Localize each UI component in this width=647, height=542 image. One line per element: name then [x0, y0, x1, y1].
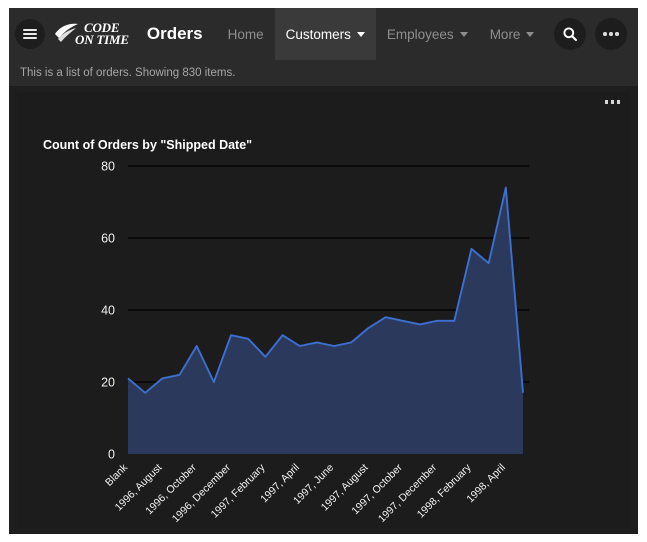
x-axis-tick-label: 1996, December	[170, 461, 234, 525]
chart-x-axis-labels: Blank1996, August1996, October1996, Dece…	[103, 461, 508, 525]
top-navigation-bar: CODE ON TIME Orders Home Customers Emplo…	[9, 8, 638, 60]
search-button[interactable]	[554, 18, 586, 50]
menu-item-more-label: More	[489, 26, 521, 42]
hamburger-icon	[23, 29, 37, 39]
logo-line-2: ON TIME	[75, 32, 129, 47]
y-axis-tick-label: 20	[101, 376, 115, 390]
menu-item-employees[interactable]: Employees	[376, 8, 479, 60]
topbar-overflow-button[interactable]	[595, 18, 627, 50]
chevron-down-icon	[356, 31, 365, 37]
browser-page-frame: CODE ON TIME Orders Home Customers Emplo…	[0, 0, 647, 542]
status-bar: This is a list of orders. Showing 830 it…	[9, 60, 638, 86]
search-icon	[563, 27, 578, 42]
menu-item-home[interactable]: Home	[217, 8, 275, 60]
topbar-actions	[554, 18, 638, 50]
chart-y-axis-labels: 0 20 40 60 80	[101, 160, 115, 462]
menu-item-customers-label: Customers	[285, 26, 351, 42]
main-menu: Home Customers Employees More	[217, 8, 554, 60]
hamburger-menu-button[interactable]	[15, 19, 45, 49]
menu-item-more[interactable]: More	[479, 8, 546, 60]
y-axis-tick-label: 80	[101, 160, 115, 174]
area-chart: 0 20 40 60 80 Blank1996, August1996, October…	[101, 160, 529, 525]
chart-panel: Count of Orders by "Shipped Date" 0 20 40 6…	[17, 92, 630, 528]
y-axis-tick-label: 60	[101, 232, 115, 246]
x-axis-tick-label: 1997, December	[376, 461, 440, 525]
app-shell: CODE ON TIME Orders Home Customers Emplo…	[9, 8, 638, 534]
code-on-time-logo: CODE ON TIME	[53, 21, 129, 47]
chevron-down-icon	[459, 31, 468, 37]
page-title: Orders	[146, 24, 203, 43]
menu-item-employees-label: Employees	[386, 26, 454, 42]
status-bar-text: This is a list of orders. Showing 830 it…	[20, 67, 236, 79]
y-axis-tick-label: 40	[101, 304, 115, 318]
ellipsis-icon	[603, 32, 619, 36]
chevron-down-icon	[526, 31, 535, 37]
y-axis-tick-label: 0	[108, 448, 115, 462]
x-axis-tick-label: Blank	[103, 461, 131, 489]
menu-item-customers[interactable]: Customers	[274, 8, 376, 60]
chart-area-series	[127, 186, 524, 454]
chart-plot-area: 0 20 40 60 80 Blank 1996, August 1996, October…	[17, 92, 630, 528]
menu-item-home-label: Home	[227, 26, 264, 42]
chart-area-fill	[128, 187, 523, 454]
